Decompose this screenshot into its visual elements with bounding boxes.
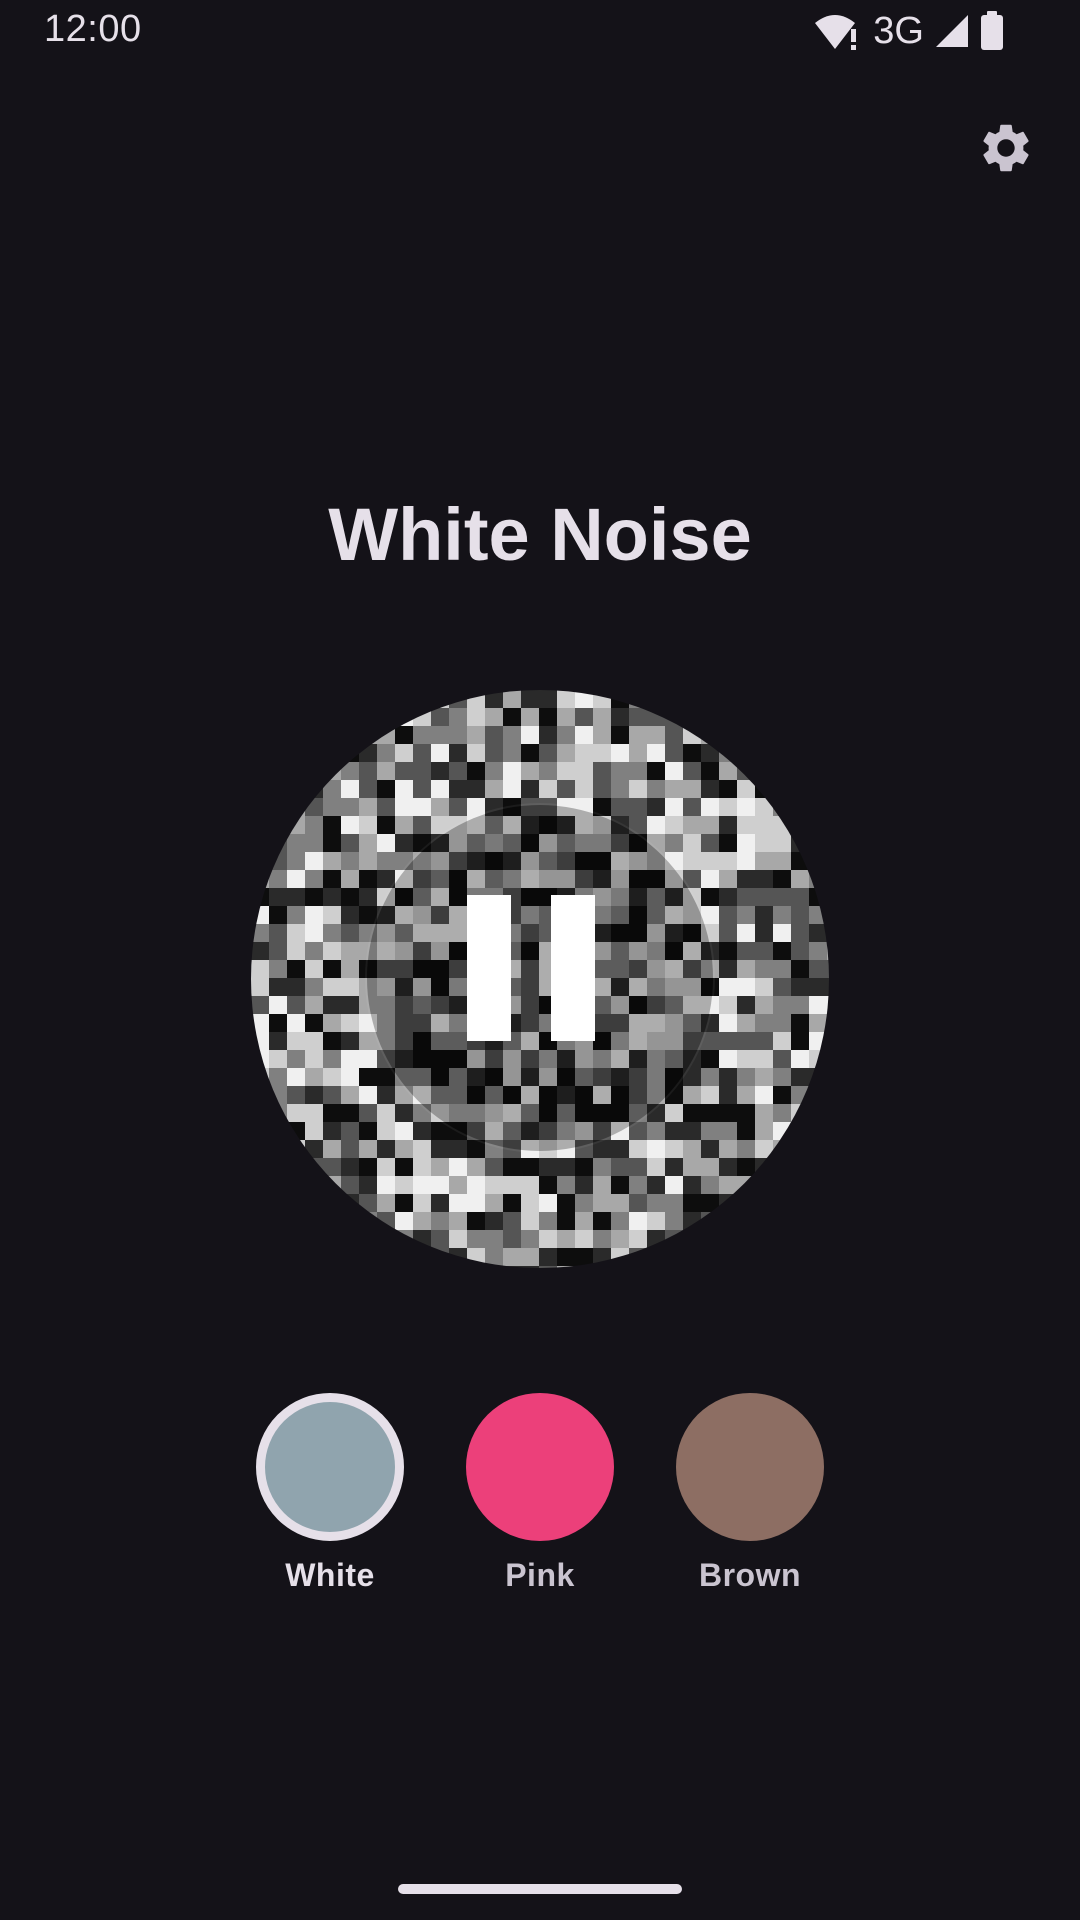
noise-swatch-pink[interactable] bbox=[466, 1393, 614, 1541]
noise-swatch-white[interactable] bbox=[256, 1393, 404, 1541]
network-type-label: 3G bbox=[873, 9, 924, 52]
noise-option-white[interactable]: White bbox=[250, 1393, 410, 1594]
page-title: White Noise bbox=[328, 493, 752, 576]
wifi-alert-icon bbox=[815, 11, 861, 51]
status-icons: 3G bbox=[815, 10, 1004, 52]
pause-bar-left bbox=[467, 895, 511, 1041]
pause-bar-right bbox=[551, 895, 595, 1041]
status-bar: 12:00 3G bbox=[0, 0, 1080, 62]
gesture-bar[interactable] bbox=[398, 1884, 682, 1894]
noise-visualizer[interactable] bbox=[251, 690, 829, 1268]
settings-button[interactable] bbox=[970, 114, 1042, 186]
cell-signal-icon bbox=[934, 13, 970, 49]
gear-icon bbox=[977, 119, 1035, 182]
noise-option-label: Brown bbox=[698, 1557, 802, 1593]
noise-swatch-brown[interactable] bbox=[676, 1393, 824, 1541]
play-pause-button[interactable] bbox=[367, 805, 713, 1151]
noise-option-pink[interactable]: Pink bbox=[460, 1393, 620, 1594]
noise-option-brown[interactable]: Brown bbox=[670, 1393, 830, 1594]
status-time: 12:00 bbox=[44, 8, 142, 50]
noise-option-label: Pink bbox=[505, 1557, 575, 1593]
battery-icon bbox=[980, 11, 1004, 51]
noise-option-label: White bbox=[285, 1557, 375, 1593]
noise-type-selector: White Pink Brown bbox=[0, 1393, 1080, 1603]
